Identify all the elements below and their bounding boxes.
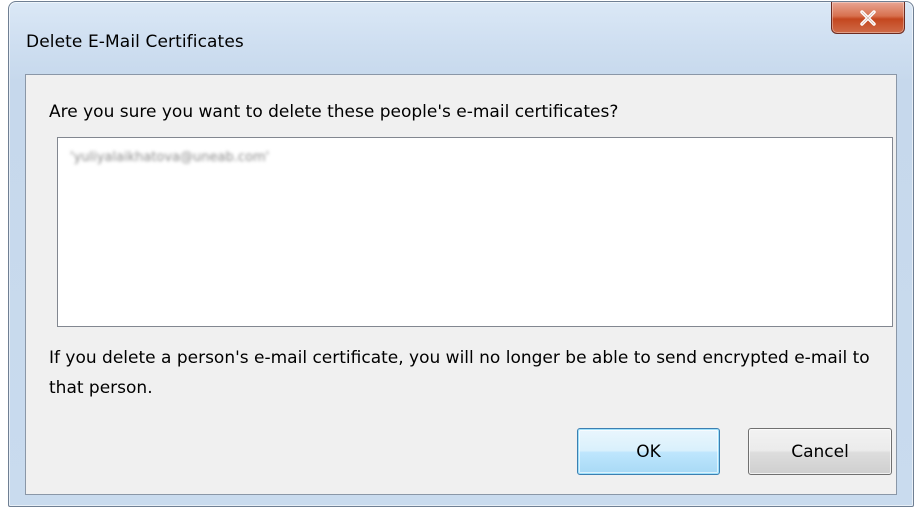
close-icon: [860, 9, 876, 26]
ok-button[interactable]: OK: [577, 428, 720, 475]
certificate-list[interactable]: 'yuliyalaikhatova@uneab.com': [57, 137, 893, 327]
close-button[interactable]: [831, 2, 905, 34]
list-item[interactable]: 'yuliyalaikhatova@uneab.com': [70, 150, 269, 165]
cancel-button[interactable]: Cancel: [748, 428, 892, 475]
dialog-content: Are you sure you want to delete these pe…: [25, 74, 897, 495]
confirmation-question: Are you sure you want to delete these pe…: [49, 102, 619, 122]
warning-text: If you delete a person's e-mail certific…: [49, 348, 870, 398]
window-title: Delete E-Mail Certificates: [26, 32, 244, 52]
dialog-window: Delete E-Mail Certificates Are you sure …: [8, 1, 914, 507]
title-bar[interactable]: Delete E-Mail Certificates: [9, 2, 913, 74]
